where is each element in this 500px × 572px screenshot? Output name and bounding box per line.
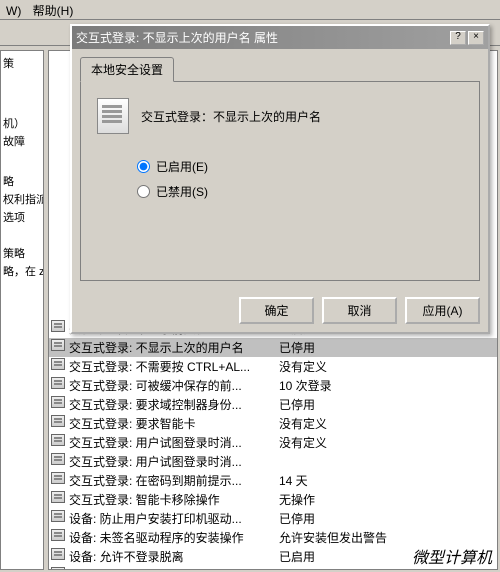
tree-item[interactable]: 策 bbox=[3, 55, 41, 71]
list-item[interactable]: 交互式登录: 在密码到期前提示...14 天 bbox=[49, 471, 497, 490]
tree-item[interactable]: 略，在 z bbox=[3, 263, 41, 279]
list-item-status bbox=[279, 453, 495, 470]
list-item-status: 已停用 bbox=[279, 510, 495, 527]
apply-button[interactable]: 应用(A) bbox=[405, 297, 480, 324]
radio-group: 已启用(E) 已禁用(S) bbox=[137, 158, 463, 200]
tree-item[interactable]: 权利指派 bbox=[3, 191, 41, 207]
list-item-name: 设备: 防止用户安装打印机驱动... bbox=[69, 510, 279, 527]
watermark: 微型计算机 bbox=[412, 544, 492, 568]
properties-dialog: 交互式登录: 不显示上次的用户名 属性 ? × 本地安全设置 交互式登录：不显示… bbox=[70, 24, 490, 334]
list-item[interactable]: 交互式登录: 用户试图登录时消... bbox=[49, 452, 497, 471]
tab-local-security[interactable]: 本地安全设置 bbox=[80, 57, 174, 82]
ok-button[interactable]: 确定 bbox=[239, 297, 314, 324]
radio-disabled-label: 已禁用(S) bbox=[156, 183, 208, 200]
list-item[interactable]: 交互式登录: 智能卡移除操作无操作 bbox=[49, 490, 497, 509]
policy-header: 交互式登录：不显示上次的用户名 bbox=[97, 98, 463, 134]
tree-item[interactable]: 故障 bbox=[3, 133, 41, 149]
cancel-button[interactable]: 取消 bbox=[322, 297, 397, 324]
list-item-status: 已停用 bbox=[279, 339, 495, 356]
policy-item-icon bbox=[51, 453, 67, 467]
dialog-buttons: 确定 取消 应用(A) bbox=[72, 289, 488, 332]
dialog-body: 本地安全设置 交互式登录：不显示上次的用户名 已启用(E) 已禁用(S) bbox=[72, 49, 488, 289]
list-item-status: 没有定义 bbox=[279, 415, 495, 432]
list-item[interactable]: 交互式登录: 可被缓冲保存的前...10 次登录 bbox=[49, 376, 497, 395]
list-item-status: 没有定义 bbox=[279, 358, 495, 375]
policy-item-icon bbox=[51, 529, 67, 543]
policy-item-icon bbox=[51, 358, 67, 372]
policy-item-icon bbox=[51, 339, 67, 353]
list-item-name: 交互式登录: 要求智能卡 bbox=[69, 415, 279, 432]
radio-enabled[interactable]: 已启用(E) bbox=[137, 158, 463, 175]
list-item-name: 交互式登录: 用户试图登录时消... bbox=[69, 453, 279, 470]
list-item-name: 设备: 未签名驱动程序的安装操作 bbox=[69, 529, 279, 546]
list-item-status: 无操作 bbox=[279, 491, 495, 508]
help-button[interactable]: ? bbox=[450, 31, 466, 45]
radio-enabled-input[interactable] bbox=[137, 160, 150, 173]
list-item-name: 交互式登录: 不显示上次的用户名 bbox=[69, 339, 279, 356]
list-item-name: 交互式登录: 可被缓冲保存的前... bbox=[69, 377, 279, 394]
list-item-status: 10 次登录 bbox=[279, 377, 495, 394]
tab-strip: 本地安全设置 bbox=[80, 57, 480, 82]
policy-item-icon bbox=[51, 415, 67, 429]
list-item-status: 没有定义 bbox=[279, 434, 495, 451]
list-item-status: 14 天 bbox=[279, 472, 495, 489]
list-item[interactable]: 交互式登录: 要求智能卡没有定义 bbox=[49, 414, 497, 433]
tree-item[interactable]: 略 bbox=[3, 173, 41, 189]
menu-view[interactable]: W) bbox=[6, 4, 21, 18]
policy-icon bbox=[97, 98, 129, 134]
menu-help[interactable]: 帮助(H) bbox=[33, 4, 74, 18]
list-item-name: 设备: 允许格式化和弹出可移动... bbox=[69, 567, 279, 570]
menubar: W) 帮助(H) bbox=[0, 0, 500, 20]
toolbar-button-1[interactable] bbox=[4, 22, 26, 44]
toolbar-button-2[interactable] bbox=[30, 22, 52, 44]
list-item-name: 交互式登录: 在密码到期前提示... bbox=[69, 472, 279, 489]
tree-item[interactable]: 策略 bbox=[3, 245, 41, 261]
list-item[interactable]: 交互式登录: 不显示上次的用户名已停用 bbox=[49, 338, 497, 357]
tree-item[interactable]: 机） bbox=[3, 115, 41, 131]
policy-item-icon bbox=[51, 396, 67, 410]
list-item[interactable]: 交互式登录: 不需要按 CTRL+AL...没有定义 bbox=[49, 357, 497, 376]
tab-content: 交互式登录：不显示上次的用户名 已启用(E) 已禁用(S) bbox=[80, 81, 480, 281]
list-item-name: 交互式登录: 智能卡移除操作 bbox=[69, 491, 279, 508]
policy-item-icon bbox=[51, 320, 67, 334]
policy-name: 交互式登录：不显示上次的用户名 bbox=[141, 108, 321, 125]
policy-item-icon bbox=[51, 491, 67, 505]
policy-item-icon bbox=[51, 434, 67, 448]
list-item-status: 已停用 bbox=[279, 396, 495, 413]
policy-item-icon bbox=[51, 567, 67, 570]
list-item[interactable]: 设备: 防止用户安装打印机驱动...已停用 bbox=[49, 509, 497, 528]
policy-item-icon bbox=[51, 510, 67, 524]
tree-panel[interactable]: 策 机） 故障 略 权利指派 选项 策略 略，在 z bbox=[0, 50, 44, 570]
list-item-name: 设备: 允许不登录脱离 bbox=[69, 548, 279, 565]
radio-enabled-label: 已启用(E) bbox=[156, 158, 208, 175]
policy-item-icon bbox=[51, 472, 67, 486]
policy-item-icon bbox=[51, 548, 67, 562]
list-item[interactable]: 交互式登录: 要求域控制器身份...已停用 bbox=[49, 395, 497, 414]
list-item-name: 交互式登录: 不需要按 CTRL+AL... bbox=[69, 358, 279, 375]
list-item[interactable]: 交互式登录: 用户试图登录时消...没有定义 bbox=[49, 433, 497, 452]
radio-disabled-input[interactable] bbox=[137, 185, 150, 198]
policy-item-icon bbox=[51, 377, 67, 391]
list-item-name: 交互式登录: 用户试图登录时消... bbox=[69, 434, 279, 451]
radio-disabled[interactable]: 已禁用(S) bbox=[137, 183, 463, 200]
close-button[interactable]: × bbox=[468, 31, 484, 45]
dialog-title: 交互式登录: 不显示上次的用户名 属性 bbox=[76, 29, 448, 46]
dialog-titlebar[interactable]: 交互式登录: 不显示上次的用户名 属性 ? × bbox=[72, 26, 488, 49]
tree-item[interactable]: 选项 bbox=[3, 209, 41, 225]
list-item-name: 交互式登录: 要求域控制器身份... bbox=[69, 396, 279, 413]
